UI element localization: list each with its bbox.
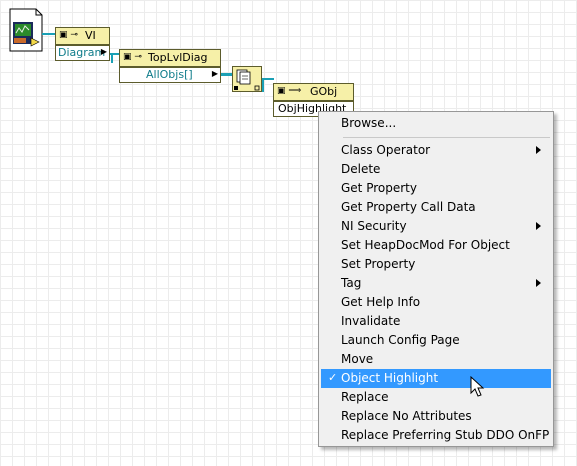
menu-item-label: Invalidate [341,314,401,328]
gobj-node-header[interactable]: ▣ ⟹ GObj [273,83,354,101]
vi-node-header[interactable]: ▣ ⊸ VI [55,27,110,45]
check-mark-icon: ✓ [328,371,338,384]
output-arrow-icon: ▶ [211,69,218,78]
menu-item-object-highlight[interactable]: ✓ Object Highlight [321,369,551,388]
class-ref-icon: ▣ ⊸ [123,52,142,62]
menu-item-get-property-call-data[interactable]: Get Property Call Data [321,198,551,217]
menu-item-label: Get Property [341,181,417,195]
menu-item-move[interactable]: Move [321,350,551,369]
menu-item-label: Launch Config Page [341,333,460,347]
vi-property-node[interactable]: ▣ ⊸ VI Diagram ▶ [55,27,110,61]
menu-item-label: Set Property [341,257,416,271]
vi-property-label: Diagram [58,46,106,59]
menu-item-label: Browse... [341,116,397,130]
menu-item-label: Replace Preferring Stub DDO OnFP [341,428,550,442]
menu-item-label: Move [341,352,374,366]
vi-node-title: VI [85,29,96,42]
submenu-arrow-icon [536,222,541,230]
mouse-pointer-icon [470,376,485,397]
menu-item-class-operator[interactable]: Class Operator [321,141,551,160]
class-ref-icon: ▣ ⊸ [59,30,78,40]
wire-element-out-2 [262,78,264,92]
submenu-arrow-icon [536,279,541,287]
toplvldiag-node-property[interactable]: AllObjs[] ▶ [119,67,221,83]
menu-item-label: Get Help Info [341,295,421,309]
menu-item-label: Delete [341,162,381,176]
wire-diagram-out-2 [111,53,113,63]
menu-item-launch-config-page[interactable]: Launch Config Page [321,331,551,350]
menu-item-label: Tag [341,276,362,290]
wire-vi-out [42,33,56,35]
toplvldiag-property-label: AllObjs[] [146,68,193,81]
menu-item-tag[interactable]: Tag [321,274,551,293]
toplvldiag-node-header[interactable]: ▣ ⊸ TopLvlDiag [119,49,221,67]
menu-item-label: Replace No Attributes [341,409,472,423]
menu-item-label: Set HeapDocMod For Object [341,238,510,252]
menu-item-delete[interactable]: Delete [321,160,551,179]
menu-item-get-property[interactable]: Get Property [321,179,551,198]
menu-item-ni-security[interactable]: NI Security [321,217,551,236]
menu-item-set-heapdocmod[interactable]: Set HeapDocMod For Object [321,236,551,255]
for-loop-index-icon[interactable] [232,66,262,92]
menu-item-replace[interactable]: Replace [321,388,551,407]
menu-item-label: Replace [341,390,389,404]
output-arrow-icon: ▶ [100,47,107,56]
invoke-node-icon: ▣ ⟹ [277,86,302,96]
menu-item-browse[interactable]: Browse... [321,114,551,133]
menu-item-set-property[interactable]: Set Property [321,255,551,274]
gobj-node-title: GObj [310,85,338,98]
menu-item-get-help-info[interactable]: Get Help Info [321,293,551,312]
menu-item-label: Get Property Call Data [341,200,476,214]
menu-item-replace-preferring-stub[interactable]: Replace Preferring Stub DDO OnFP [321,426,551,445]
menu-item-label: NI Security [341,219,407,233]
menu-item-invalidate[interactable]: Invalidate [321,312,551,331]
submenu-arrow-icon [536,146,541,154]
menu-item-label: Object Highlight [341,371,439,385]
toplvldiag-node-title: TopLvlDiag [148,51,208,64]
menu-separator [343,137,550,138]
vi-node-property[interactable]: Diagram ▶ [55,45,110,61]
menu-item-replace-no-attributes[interactable]: Replace No Attributes [321,407,551,426]
menu-item-label: Class Operator [341,143,431,157]
toplvldiag-property-node[interactable]: ▣ ⊸ TopLvlDiag AllObjs[] ▶ [119,49,221,84]
vi-reference-icon[interactable] [9,8,43,52]
context-menu: Browse... Class Operator Delete Get Prop… [318,111,554,447]
